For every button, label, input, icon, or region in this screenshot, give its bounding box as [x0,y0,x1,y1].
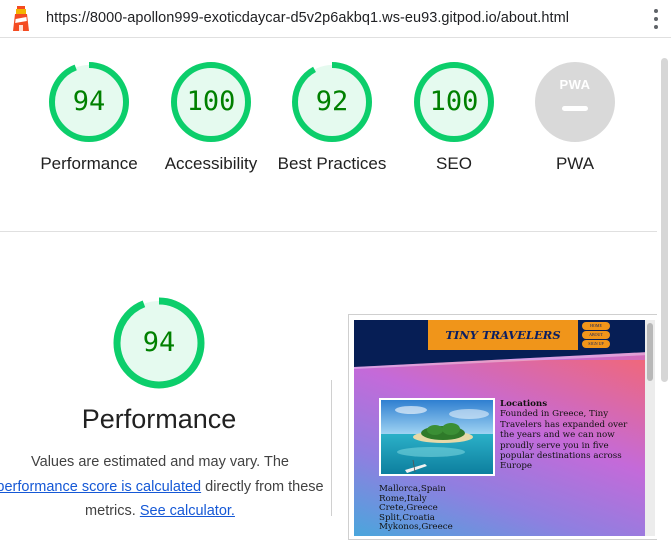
gauge-label: PWA [555,154,595,173]
lighthouse-icon [13,6,29,31]
gauge-score: 100 [429,86,479,117]
section-divider [0,231,671,232]
gauge-pwa[interactable]: PWA PWA [530,62,620,176]
gauge-label: Accessibility [164,154,258,173]
performance-big-score: 94 [142,327,176,358]
thumbnail-header-wedge [354,349,649,369]
kebab-menu-icon[interactable] [649,7,663,31]
thumbnail-page: TINY TRAVELERS HOME ABOUT SIGN UP Locati… [354,320,649,536]
thumbnail-destination: Mykonos,Greece [379,522,453,533]
gauge-label: Best Practices [277,154,387,173]
thumbnail-nav-home: HOME [582,322,610,330]
performance-score-link[interactable]: performance score is calculated [0,479,201,495]
see-calculator-link[interactable]: See calculator. [140,503,235,519]
thumbnail-nav-signup: SIGN UP [582,340,610,348]
gauge-performance[interactable]: 94 Performance [40,62,138,176]
page-scrollbar-thumb[interactable] [661,58,668,382]
gauge-score: 100 [186,86,236,117]
thumbnail-nav-about: ABOUT [582,331,610,339]
gauge-best-practices[interactable]: 92 Best Practices [278,62,386,176]
thumbnail-locations-text: Locations Founded in Greece, Tiny Travel… [500,399,635,472]
thumbnail-destination-list: Mallorca,Spain Rome,Italy Crete,Greece S… [379,484,453,533]
thumbnail-locations-heading: Locations [500,399,548,409]
performance-description: Values are estimated and may vary. The p… [0,450,330,524]
thumbnail-nav: HOME ABOUT SIGN UP [582,322,610,349]
thumbnail-brand: TINY TRAVELERS [428,320,578,350]
page-screenshot-thumbnail[interactable]: TINY TRAVELERS HOME ABOUT SIGN UP Locati… [348,314,660,540]
vertical-separator [331,380,332,516]
pwa-badge-text: PWA [559,77,591,92]
pwa-badge-text-wrap: PWA [530,62,620,142]
url-text[interactable]: https://8000-apollon999-exoticdaycar-d5v… [46,10,569,26]
gauge-label: SEO [436,154,472,173]
gauge-label: Performance [40,154,138,173]
performance-title: Performance [81,404,237,434]
gauge-score: 92 [315,86,349,117]
gauge-score: 94 [72,86,106,117]
gauge-seo[interactable]: 100 SEO [409,62,499,176]
desc-prefix: Values are estimated and may vary. The [31,454,289,470]
thumbnail-locations-body: Founded in Greece, Tiny Travelers has ex… [500,409,628,472]
thumbnail-scrollbar [645,320,655,536]
thumbnail-island-image [379,398,495,476]
gauge-accessibility[interactable]: 100 Accessibility [165,62,257,176]
url-bar: https://8000-apollon999-exoticdaycar-d5v… [0,0,671,38]
